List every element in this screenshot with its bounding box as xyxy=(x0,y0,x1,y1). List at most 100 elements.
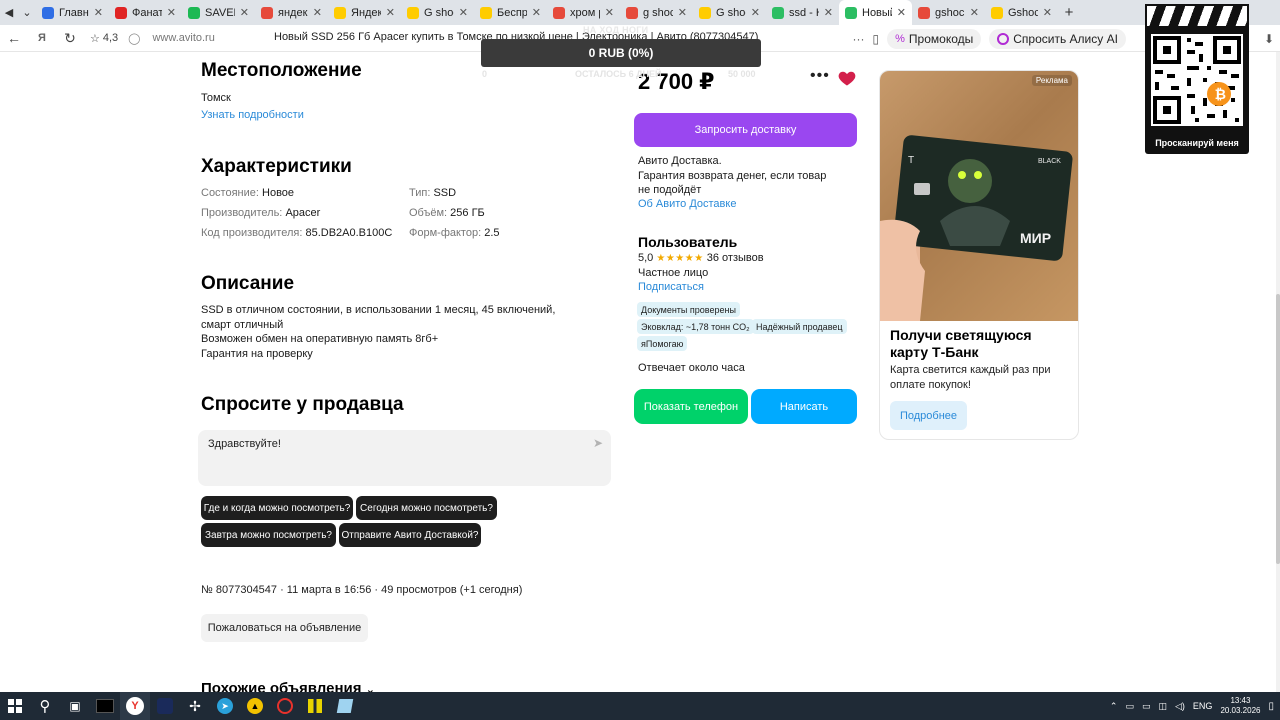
battery-icon[interactable]: ▭ xyxy=(1142,701,1151,712)
alice-button[interactable]: Спросить Алису AI xyxy=(989,28,1126,49)
favorite-heart-icon[interactable] xyxy=(837,68,857,88)
qr-code: ₿ xyxy=(1151,34,1243,126)
telegram-icon[interactable]: ➤ xyxy=(210,692,240,720)
similar-heading[interactable]: Похожие объявления ⌄ xyxy=(201,680,375,692)
terminal-app-icon[interactable] xyxy=(90,692,120,720)
volume-icon[interactable]: ◁) xyxy=(1175,701,1185,712)
quick-question-chip[interactable]: Сегодня можно посмотреть? xyxy=(356,496,497,520)
browser-tab[interactable]: SAVEDVIDS ✕ xyxy=(182,0,255,25)
notes-glyph xyxy=(336,699,354,713)
close-tab-icon[interactable]: ✕ xyxy=(313,6,322,19)
new-tab-button[interactable]: + xyxy=(1058,2,1080,24)
browser-tab[interactable]: яндекс мар ✕ xyxy=(255,0,328,25)
rating-stars-icon: ★★★★★ xyxy=(656,253,704,264)
seller-badge[interactable]: Эковклад: ~1,78 тонн CO₂ xyxy=(637,319,754,334)
tray-app-icon[interactable]: ▭ xyxy=(1125,701,1134,712)
more-dots-icon[interactable]: ··· xyxy=(853,32,865,46)
language-indicator[interactable]: ENG xyxy=(1193,701,1213,711)
quick-question-chip[interactable]: Завтра можно посмотреть? xyxy=(201,523,336,547)
close-tab-icon[interactable]: ✕ xyxy=(94,6,103,19)
close-tab-icon[interactable]: ✕ xyxy=(605,6,614,19)
scrollbar-thumb[interactable] xyxy=(1276,294,1280,564)
ad-more-button[interactable]: Подробнее xyxy=(890,401,967,430)
clock[interactable]: 13:43 20.03.2026 xyxy=(1220,696,1260,716)
close-tab-icon[interactable]: ✕ xyxy=(824,6,833,19)
shield-icon[interactable]: ◯ xyxy=(128,32,140,45)
url-text[interactable]: www.avito.ru xyxy=(152,32,214,44)
show-phone-button[interactable]: Показать телефон xyxy=(634,389,748,424)
close-tab-icon[interactable]: ✕ xyxy=(678,6,687,19)
write-message-button[interactable]: Написать xyxy=(751,389,857,424)
amd-icon[interactable]: ▲ xyxy=(240,692,270,720)
delivery-text: Гарантия возврата денег, если товар xyxy=(638,170,827,182)
browser-tab[interactable]: Новый SS ✕ xyxy=(839,0,912,25)
tab-audio-icon[interactable]: ◀ xyxy=(0,4,18,22)
quick-question-chip[interactable]: Отправите Авито Доставкой? xyxy=(339,523,481,547)
pinwheel-app-icon[interactable]: ✢ xyxy=(180,692,210,720)
ad-card[interactable]: T BLACK МИР Реклама Получи светящуюся ка… xyxy=(879,70,1079,440)
browser-tab[interactable]: G shock ga ✕ xyxy=(693,0,766,25)
report-button[interactable]: Пожаловаться на объявление xyxy=(201,614,368,642)
quick-question-chip[interactable]: Где и когда можно посмотреть? xyxy=(201,496,353,520)
spec-value: 2.5 xyxy=(484,227,500,239)
network-icon[interactable]: ◫ xyxy=(1158,701,1167,712)
close-tab-icon[interactable]: ✕ xyxy=(167,6,176,19)
subscribe-link[interactable]: Подписаться xyxy=(638,281,704,293)
send-icon[interactable]: ➤ xyxy=(593,436,603,450)
seller-name[interactable]: Пользователь xyxy=(638,234,737,250)
stats-app-icon[interactable] xyxy=(300,692,330,720)
browser-tab[interactable]: Главн ✕ xyxy=(36,0,109,25)
seller-rating[interactable]: 5,0 ★★★★★ 36 отзывов xyxy=(638,252,764,264)
close-tab-icon[interactable]: ✕ xyxy=(532,6,541,19)
youtube-icon xyxy=(115,6,127,19)
donation-progress-bar: 0 RUB (0%) xyxy=(481,39,761,67)
ask-seller-heading: Спросите у продавца xyxy=(201,394,404,415)
browser-tab[interactable]: Фанатизм ✕ xyxy=(109,0,182,25)
seller-badge[interactable]: Надёжный продавец xyxy=(752,319,847,334)
delivery-info-link[interactable]: Об Авито Доставке xyxy=(638,198,736,210)
game-app-icon[interactable] xyxy=(150,692,180,720)
browser-tab[interactable]: Беспровод ✕ xyxy=(474,0,547,25)
promo-button[interactable]: % Промокоды xyxy=(887,28,982,49)
yandex-browser-icon[interactable]: Y xyxy=(120,692,150,720)
tab-list-chevron-icon[interactable]: ⌄ xyxy=(18,4,36,22)
browser-tab[interactable]: хром расш ✕ xyxy=(547,0,620,25)
message-input[interactable]: Здравствуйте! ➤ xyxy=(198,430,611,486)
description-text: SSD в отличном состоянии, в использовани… xyxy=(201,303,581,361)
task-view-icon[interactable]: ▣ xyxy=(60,692,90,720)
yandex-icon[interactable]: Я xyxy=(28,25,56,52)
tray-chevron-icon[interactable]: ⌃ xyxy=(1110,701,1118,712)
close-tab-icon[interactable]: ✕ xyxy=(897,6,906,19)
seller-badge[interactable]: Документы проверены xyxy=(637,302,740,317)
more-options-icon[interactable]: ••• xyxy=(810,67,830,85)
browser-tab[interactable]: Gshock ga ✕ xyxy=(985,0,1058,25)
close-tab-icon[interactable]: ✕ xyxy=(459,6,468,19)
search-icon[interactable]: ⚲ xyxy=(30,692,60,720)
extension-icon[interactable]: ⬇ xyxy=(1264,32,1274,46)
browser-tab[interactable]: ssd - Купи ✕ xyxy=(766,0,839,25)
bookmark-icon[interactable]: ▯ xyxy=(873,32,880,46)
yellow-triangle-icon xyxy=(991,6,1003,19)
browser-tab[interactable]: G shock gal ✕ xyxy=(401,0,474,25)
windows-start-icon[interactable] xyxy=(0,692,30,720)
tab-list: Главн✕Фанатизм✕SAVEDVIDS✕яндекс мар✕Янде… xyxy=(36,0,1058,25)
browser-tab[interactable]: g shock gal ✕ xyxy=(620,0,693,25)
reload-icon[interactable]: ↻ xyxy=(56,25,84,52)
page-scrollbar[interactable] xyxy=(1276,52,1280,692)
close-tab-icon[interactable]: ✕ xyxy=(751,6,760,19)
request-delivery-button[interactable]: Запросить доставку xyxy=(634,113,857,147)
browser-tab[interactable]: Яндекс Ма ✕ xyxy=(328,0,401,25)
close-tab-icon[interactable]: ✕ xyxy=(240,6,249,19)
location-more-link[interactable]: Узнать подробности xyxy=(201,109,304,121)
back-icon[interactable]: ← xyxy=(0,25,28,52)
notes-app-icon[interactable] xyxy=(330,692,360,720)
browser-tab[interactable]: gshock gal ✕ xyxy=(912,0,985,25)
close-tab-icon[interactable]: ✕ xyxy=(386,6,395,19)
close-tab-icon[interactable]: ✕ xyxy=(1043,6,1052,19)
spec-value: Новое xyxy=(262,187,295,199)
close-tab-icon[interactable]: ✕ xyxy=(970,6,979,19)
site-rating[interactable]: ☆ 4,3 xyxy=(90,32,118,45)
seller-badge[interactable]: яПомогаю xyxy=(637,336,688,351)
notification-icon[interactable]: ▯ xyxy=(1268,701,1274,712)
speedometer-icon[interactable] xyxy=(270,692,300,720)
